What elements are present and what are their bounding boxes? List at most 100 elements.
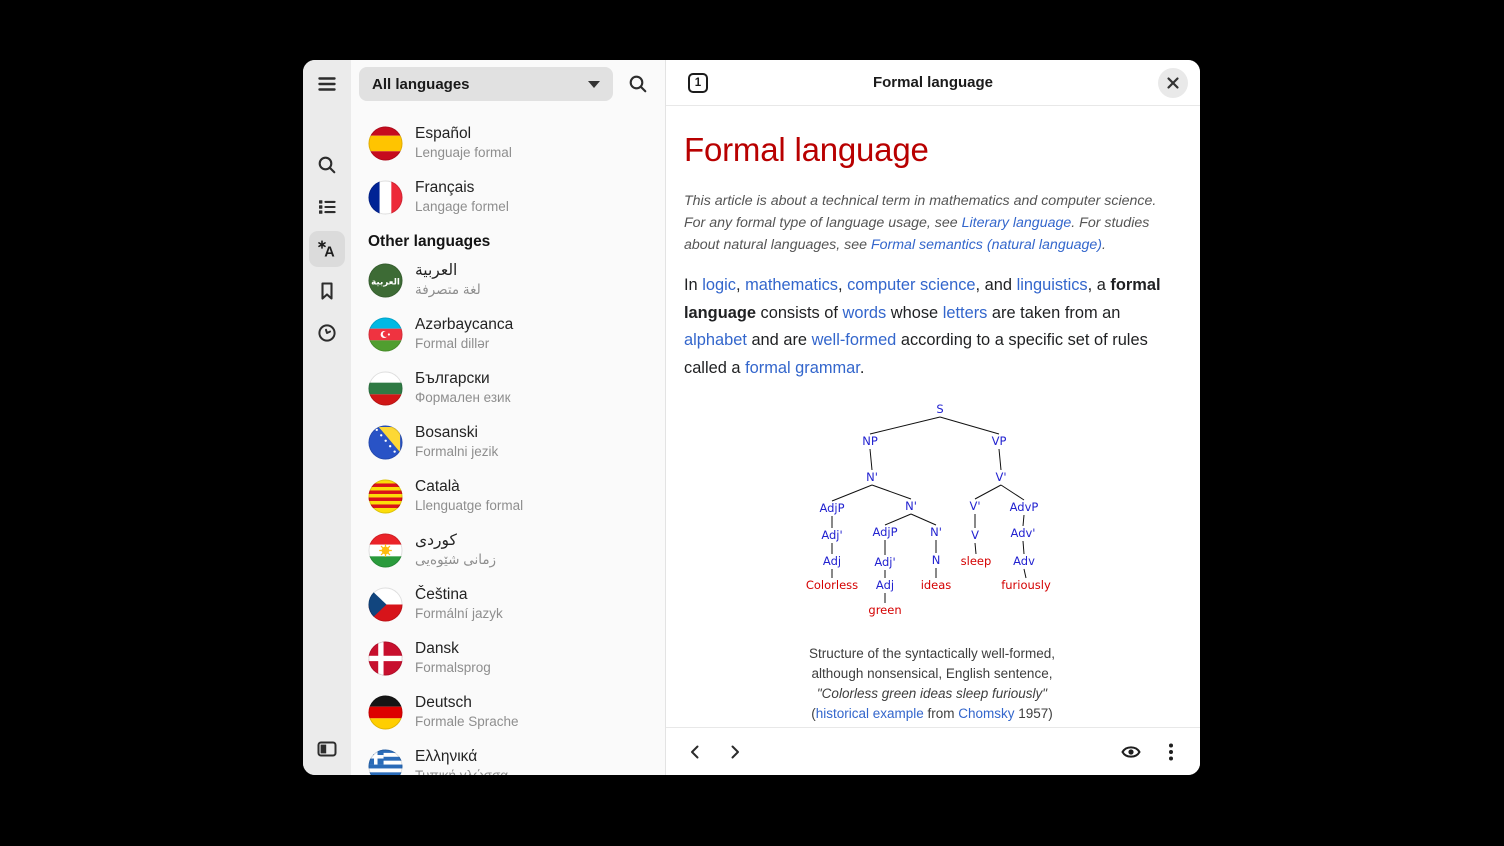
language-article-subtitle: Formalsprog <box>415 659 491 677</box>
article-link[interactable]: well-formed <box>812 331 897 349</box>
history-clock-icon <box>316 322 338 344</box>
svg-text:Adj: Adj <box>876 578 894 592</box>
panel-toggle-button[interactable] <box>309 731 345 767</box>
language-list-item[interactable]: العربية العربية لغة متصرفة <box>351 253 665 307</box>
language-title: Deutsch <box>415 693 519 713</box>
language-article-subtitle: Llenguatge formal <box>415 497 523 515</box>
language-list-item[interactable]: Azərbaycanca Formal dillər <box>351 307 665 361</box>
flag-kurdistan-icon <box>368 533 403 568</box>
language-list: Español Lenguaje formal Français Langage… <box>351 108 665 775</box>
language-list-item[interactable]: Dansk Formalsprog <box>351 631 665 685</box>
language-article-subtitle: Formalni jezik <box>415 443 498 461</box>
back-button[interactable] <box>678 735 712 769</box>
rail-toc-button[interactable] <box>309 189 345 225</box>
svg-text:Colorless: Colorless <box>806 578 858 592</box>
close-icon <box>1166 76 1180 90</box>
table-of-contents-icon <box>316 196 338 218</box>
language-title: Čeština <box>415 585 503 605</box>
chevron-right-icon <box>726 743 744 761</box>
rail-tool-group: A <box>309 147 345 351</box>
primary-language-list: Español Lenguaje formal Français Langage… <box>351 116 665 224</box>
svg-text:N': N' <box>866 470 878 484</box>
language-list-item[interactable]: Bosanski Formalni jezik <box>351 415 665 469</box>
flag-catalonia-icon <box>368 479 403 514</box>
language-list-item[interactable]: Deutsch Formale Sprache <box>351 685 665 739</box>
language-list-item[interactable]: Español Lenguaje formal <box>351 116 665 170</box>
flag-bulgaria-icon <box>368 371 403 406</box>
language-panel-toolbar: All languages <box>351 60 665 108</box>
svg-text:A: A <box>324 245 335 261</box>
article-link[interactable]: mathematics <box>745 276 838 294</box>
search-icon <box>627 73 649 95</box>
article-heading: Formal language <box>684 131 1180 169</box>
flag-greece-icon <box>368 749 403 776</box>
language-list-item[interactable]: کوردی زمانی شێوەیی <box>351 523 665 577</box>
svg-text:N: N <box>932 553 941 567</box>
article-link[interactable]: Literary language <box>962 215 1072 231</box>
language-article-subtitle: Formal dillər <box>415 335 513 353</box>
article-link[interactable]: Chomsky <box>958 706 1014 721</box>
svg-text:furiously: furiously <box>1001 578 1051 592</box>
flag-azerbaijan-icon <box>368 317 403 352</box>
article-link[interactable]: computer science <box>847 276 975 294</box>
article-link[interactable]: letters <box>943 304 988 322</box>
language-article-subtitle: Τυπική γλώσσα <box>415 767 508 775</box>
language-article-subtitle: لغة متصرفة <box>415 281 481 299</box>
language-article-subtitle: Langage formel <box>415 198 509 216</box>
article-content: Formal language This article is about a … <box>666 106 1200 727</box>
close-article-button[interactable] <box>1158 68 1188 98</box>
language-list-item[interactable]: Ελληνικά Τυπική γλώσσα <box>351 739 665 775</box>
article-link[interactable]: words <box>843 304 887 322</box>
svg-text:V': V' <box>995 470 1006 484</box>
language-list-item[interactable]: Français Langage formel <box>351 170 665 224</box>
hamburger-menu-button[interactable] <box>309 66 345 102</box>
language-title: Español <box>415 124 512 144</box>
language-filter-dropdown[interactable]: All languages <box>359 67 613 101</box>
language-search-button[interactable] <box>622 68 654 100</box>
svg-text:Adv': Adv' <box>1011 526 1036 540</box>
language-list-item[interactable]: Български Формален език <box>351 361 665 415</box>
article-link[interactable]: Formal semantics (natural language) <box>871 237 1102 253</box>
panel-toggle-icon <box>315 737 339 761</box>
svg-text:العربية: العربية <box>371 277 400 287</box>
rail-history-button[interactable] <box>309 315 345 351</box>
tab-counter-button[interactable]: 1 <box>683 68 713 98</box>
svg-text:AdjP: AdjP <box>872 525 897 539</box>
language-title: Bosanski <box>415 423 498 443</box>
language-article-subtitle: Formale Sprache <box>415 713 519 731</box>
article-menu-button[interactable] <box>1154 735 1188 769</box>
chevron-down-icon <box>588 81 600 88</box>
svg-text:Adv: Adv <box>1013 554 1035 568</box>
svg-text:V': V' <box>969 499 980 513</box>
language-article-subtitle: Формален език <box>415 389 511 407</box>
language-title: Català <box>415 477 523 497</box>
language-list-item[interactable]: Čeština Formální jazyk <box>351 577 665 631</box>
svg-text:N': N' <box>905 499 917 513</box>
article-link[interactable]: logic <box>702 276 736 294</box>
desktop-background: A All languages <box>0 0 1504 846</box>
language-list-item[interactable]: Català Llenguatge formal <box>351 469 665 523</box>
lead-paragraph: In logic, mathematics, computer science,… <box>684 272 1180 382</box>
article-link[interactable]: formal grammar <box>745 359 860 377</box>
flag-germany-icon <box>368 695 403 730</box>
bookmark-icon <box>316 280 338 302</box>
figure-caption: Structure of the syntactically well-form… <box>684 644 1180 724</box>
rail-search-button[interactable] <box>309 147 345 183</box>
flag-france-icon <box>368 180 403 215</box>
rail-translate-button[interactable]: A <box>309 231 345 267</box>
forward-button[interactable] <box>718 735 752 769</box>
article-link[interactable]: linguistics <box>1017 276 1088 294</box>
rail-bookmarks-button[interactable] <box>309 273 345 309</box>
svg-text:V: V <box>971 528 979 542</box>
language-title: Français <box>415 178 509 198</box>
eye-icon <box>1120 741 1142 763</box>
svg-text:NP: NP <box>862 434 878 448</box>
article-link[interactable]: alphabet <box>684 331 747 349</box>
language-panel: All languages Español Lenguaje formal Fr… <box>351 60 666 775</box>
article-link[interactable]: historical example <box>816 706 924 721</box>
reader-view-button[interactable] <box>1114 735 1148 769</box>
flag-bosnia-icon <box>368 425 403 460</box>
article-tab-title: Formal language <box>873 74 993 91</box>
syntax-tree-figure: SNPVPN'V'AdjPN'V'AdvPAdj'AdjPN'VAdv'AdjA… <box>684 397 1180 724</box>
hatnote: This article is about a technical term i… <box>684 190 1180 256</box>
